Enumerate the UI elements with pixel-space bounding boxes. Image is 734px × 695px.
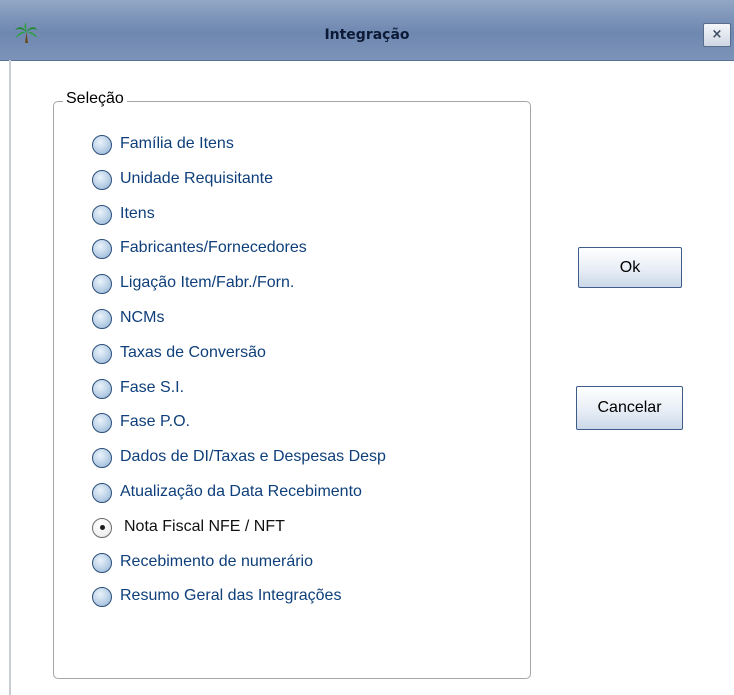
radio-button[interactable] [92, 135, 112, 155]
radio-label: Fabricantes/Fornecedores [120, 239, 307, 257]
radio-option-fabricantes-fornecedores[interactable]: Fabricantes/Fornecedores [92, 238, 386, 273]
window-left-border [9, 60, 11, 695]
radio-button[interactable] [92, 587, 112, 608]
radio-button-selected[interactable] [92, 517, 112, 538]
radio-button[interactable] [92, 413, 112, 434]
radio-label: Família de Itens [120, 135, 234, 152]
radio-option-taxas-de-conversao[interactable]: Taxas de Conversão [92, 343, 386, 378]
selection-radio-list: Família de Itens Unidade Requisitante It… [92, 134, 386, 621]
radio-option-ligacao-item-fabr-forn[interactable]: Ligação Item/Fabr./Forn. [92, 273, 386, 308]
radio-option-fase-po[interactable]: Fase P.O. [92, 412, 386, 447]
radio-option-unidade-requisitante[interactable]: Unidade Requisitante [92, 169, 386, 204]
radio-button[interactable] [92, 552, 112, 573]
radio-option-ncms[interactable]: NCMs [92, 308, 386, 343]
radio-label: Fase P.O. [120, 413, 190, 431]
close-button[interactable]: × [703, 23, 731, 47]
radio-button[interactable] [92, 274, 112, 295]
window-title: Integração [324, 27, 410, 43]
radio-label: Ligação Item/Fabr./Forn. [120, 274, 295, 292]
radio-button[interactable] [92, 308, 112, 329]
radio-button[interactable] [92, 448, 112, 469]
radio-button[interactable] [92, 169, 112, 190]
radio-label: Atualização da Data Recebimento [120, 482, 362, 500]
title-bar[interactable]: Integração × [0, 0, 734, 61]
radio-label: Recebimento de numerário [120, 552, 313, 570]
selection-group-legend: Seleção [63, 90, 127, 108]
radio-label: NCMs [120, 308, 165, 326]
radio-label: Unidade Requisitante [120, 169, 273, 187]
radio-label: Fase S.I. [120, 378, 185, 396]
radio-button[interactable] [92, 378, 112, 399]
radio-option-familia-de-itens[interactable]: Família de Itens [92, 134, 386, 169]
radio-button[interactable] [92, 239, 112, 260]
integration-dialog: Integração × Seleção Família de Itens Un… [0, 0, 734, 695]
radio-option-dados-de-di[interactable]: Dados de DI/Taxas e Despesas Desp [92, 447, 386, 482]
radio-label: Dados de DI/Taxas e Despesas Desp [120, 448, 386, 466]
radio-option-itens[interactable]: Itens [92, 204, 386, 239]
radio-option-fase-si[interactable]: Fase S.I. [92, 378, 386, 413]
radio-button[interactable] [92, 482, 112, 503]
radio-button[interactable] [92, 343, 112, 364]
radio-label: Taxas de Conversão [120, 343, 266, 361]
radio-label: Itens [120, 204, 155, 222]
radio-label: Nota Fiscal NFE / NFT [124, 517, 285, 535]
radio-option-atualizacao-data-recebimento[interactable]: Atualização da Data Recebimento [92, 482, 386, 517]
radio-button[interactable] [92, 204, 112, 225]
cancel-button[interactable]: Cancelar [576, 386, 683, 430]
radio-option-recebimento-de-numerario[interactable]: Recebimento de numerário [92, 552, 386, 587]
ok-button[interactable]: Ok [578, 247, 682, 288]
radio-label: Resumo Geral das Integrações [120, 587, 342, 605]
close-icon: × [711, 27, 723, 42]
radio-option-resumo-geral-integracoes[interactable]: Resumo Geral das Integrações [92, 586, 386, 621]
radio-option-nota-fiscal-nfe-nft[interactable]: Nota Fiscal NFE / NFT [92, 517, 386, 552]
